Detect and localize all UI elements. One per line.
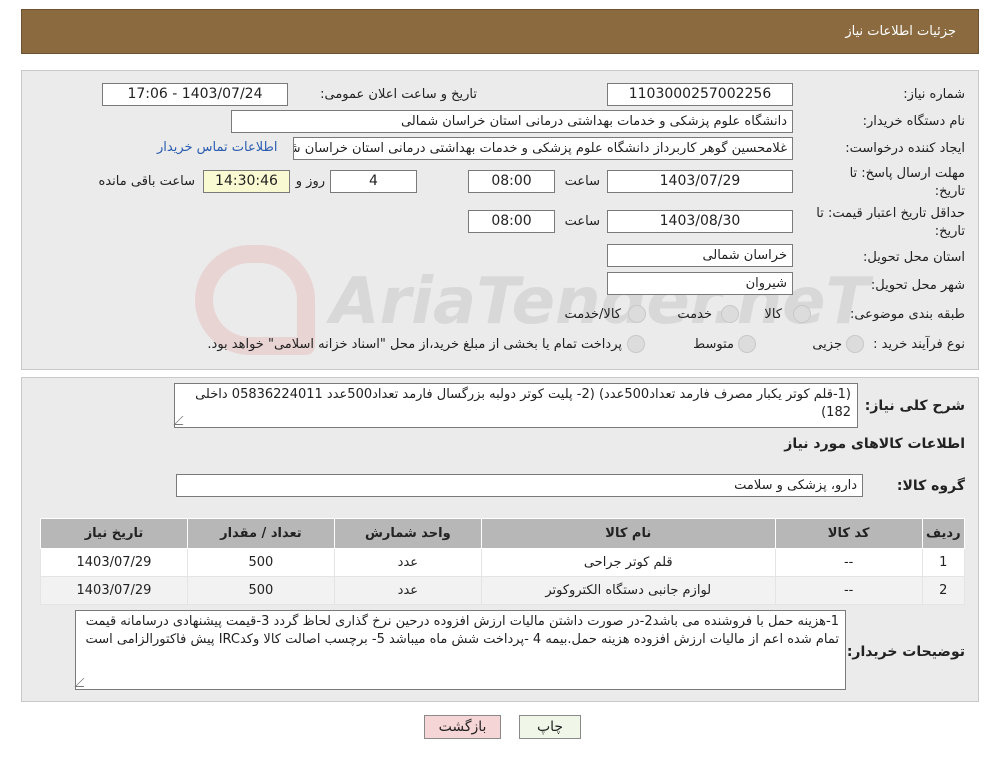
cell-code: --	[774, 548, 923, 577]
resize-grip-icon[interactable]	[74, 678, 93, 687]
remaining-label: ساعت باقی مانده	[98, 174, 195, 189]
category-option-both: کالا/خدمت	[564, 307, 621, 322]
resize-grip-icon[interactable]	[173, 416, 192, 425]
summary-label: شرح کلی نیاز:	[864, 398, 965, 414]
cell-row: 1	[921, 548, 966, 577]
col-code: کد کالا	[774, 518, 923, 549]
col-name: نام کالا	[480, 518, 776, 549]
group-field: دارو، پزشکی و سلامت	[176, 474, 863, 497]
need-number-label: شماره نیاز:	[903, 87, 965, 102]
category-option-service: خدمت	[677, 307, 712, 322]
buyer-notes-field: 1-هزینه حمل با فروشنده می باشد2-در صورت …	[74, 610, 846, 690]
cell-name: قلم کوتر جراحی	[480, 548, 776, 577]
purchase-radio-minor[interactable]	[846, 335, 864, 353]
validity-date-field: 1403/08/30	[607, 210, 793, 233]
days-label: روز و	[295, 174, 325, 189]
announce-field: 1403/07/24 - 17:06	[102, 83, 288, 106]
page-title: جزئیات اطلاعات نیاز	[845, 24, 956, 39]
creator-label: ایجاد کننده درخواست:	[845, 141, 965, 156]
col-qty: تعداد / مقدار	[186, 518, 335, 549]
cell-date: 1403/07/29	[40, 576, 188, 605]
cell-unit: عدد	[333, 576, 482, 605]
print-button[interactable]: چاپ	[519, 715, 581, 739]
buyer-notes-text: 1-هزینه حمل با فروشنده می باشد2-در صورت …	[85, 614, 839, 647]
city-field: شیروان	[607, 272, 793, 295]
announce-label: تاریخ و ساعت اعلان عمومی:	[320, 87, 477, 102]
buyer-contact-link[interactable]: اطلاعات تماس خریدار	[157, 140, 277, 155]
province-field: خراسان شمالی	[607, 244, 793, 267]
purchase-radio-medium[interactable]	[738, 335, 756, 353]
validity-time-field: 08:00	[468, 210, 555, 233]
deadline-time-field: 08:00	[468, 170, 555, 193]
deadline-label-2: تاریخ:	[934, 184, 965, 199]
province-label: استان محل تحویل:	[863, 250, 965, 265]
need-number-field: 1103000257002256	[607, 83, 793, 106]
buyer-org-field: دانشگاه علوم پزشکی و خدمات بهداشتی درمان…	[231, 110, 793, 133]
purchase-radio-treasury[interactable]	[627, 335, 645, 353]
cell-date: 1403/07/29	[40, 548, 188, 577]
col-date: تاریخ نیاز	[40, 518, 188, 549]
items-table-header: ردیف کد کالا نام کالا واحد شمارش تعداد /…	[40, 518, 966, 549]
deadline-label: مهلت ارسال پاسخ: تا	[849, 166, 965, 181]
category-radio-service[interactable]	[721, 305, 739, 323]
validity-time-label: ساعت	[564, 214, 600, 229]
summary-text: (1-قلم کوتر یکبار مصرف فارمد تعداد500عدد…	[195, 387, 851, 420]
table-row: 2 -- لوازم جانبی دستگاه الکتروکوتر عدد 5…	[40, 576, 966, 605]
cell-qty: 500	[186, 548, 335, 577]
validity-label-2: تاریخ:	[934, 224, 965, 239]
deadline-time-label: ساعت	[564, 174, 600, 189]
buyer-notes-label: توضیحات خریدار:	[846, 644, 965, 660]
col-unit: واحد شمارش	[333, 518, 482, 549]
cell-name: لوازم جانبی دستگاه الکتروکوتر	[480, 576, 776, 605]
col-row: ردیف	[921, 518, 966, 549]
deadline-date-field: 1403/07/29	[607, 170, 793, 193]
cell-unit: عدد	[333, 548, 482, 577]
back-button[interactable]: بازگشت	[424, 715, 501, 739]
summary-field: (1-قلم کوتر یکبار مصرف فارمد تعداد500عدد…	[173, 383, 858, 428]
days-field: 4	[330, 170, 417, 193]
purchase-option-minor: جزیی	[812, 337, 842, 352]
category-option-goods: کالا	[764, 307, 782, 322]
page-header: جزئیات اطلاعات نیاز	[21, 9, 979, 54]
remaining-time-field: 14:30:46	[203, 170, 290, 193]
group-label: گروه کالا:	[896, 478, 965, 494]
cell-qty: 500	[186, 576, 335, 605]
cell-row: 2	[921, 576, 966, 605]
purchase-note: پرداخت تمام یا بخشی از مبلغ خرید،از محل …	[207, 337, 622, 352]
creator-field: غلامحسین گوهر کاربرداز دانشگاه علوم پزشک…	[293, 137, 793, 160]
cell-code: --	[774, 576, 923, 605]
city-label: شهر محل تحویل:	[870, 278, 965, 293]
buyer-org-label: نام دستگاه خریدار:	[862, 114, 965, 129]
purchase-type-label: نوع فرآیند خرید :	[873, 337, 965, 352]
validity-label: حداقل تاریخ اعتبار قیمت: تا	[816, 206, 965, 221]
category-radio-both[interactable]	[628, 305, 646, 323]
purchase-option-medium: متوسط	[693, 337, 734, 352]
items-table: ردیف کد کالا نام کالا واحد شمارش تعداد /…	[40, 518, 966, 605]
category-label: طبقه بندی موضوعی:	[849, 307, 965, 322]
category-radio-goods[interactable]	[793, 305, 811, 323]
table-row: 1 -- قلم کوتر جراحی عدد 500 1403/07/29	[40, 548, 966, 577]
items-heading: اطلاعات کالاهای مورد نیاز	[784, 436, 965, 452]
